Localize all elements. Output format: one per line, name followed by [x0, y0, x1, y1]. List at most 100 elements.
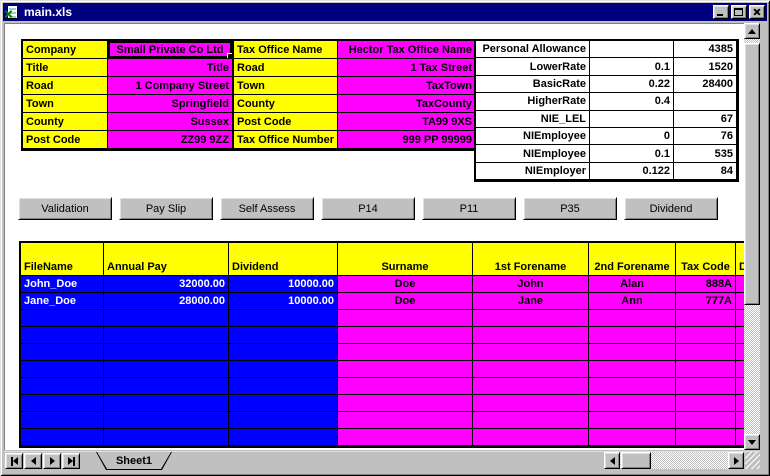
rates-rate-cell-0[interactable]	[590, 41, 674, 58]
rates-amount-cell-0[interactable]: 4385	[674, 41, 737, 58]
employee-cell-2nd-forename-row0[interactable]: Alan	[589, 276, 676, 293]
employee-header-tax-code[interactable]: Tax Code	[676, 243, 736, 276]
rates-amount-cell-6[interactable]: 535	[674, 145, 737, 162]
company-label-cell-company[interactable]: Company	[23, 41, 108, 59]
employee-empty-cell[interactable]	[104, 395, 229, 412]
employee-empty-cell[interactable]	[589, 310, 676, 327]
company-value-cell-town[interactable]: Springfield	[108, 95, 233, 113]
excel-file-icon[interactable]	[5, 5, 21, 20]
rates-amount-cell-3[interactable]	[674, 93, 737, 110]
rates-name-cell-0[interactable]: Personal Allowance	[476, 41, 590, 58]
company-label-cell-town[interactable]: Town	[23, 95, 108, 113]
employee-empty-cell[interactable]	[338, 395, 473, 412]
employee-empty-cell[interactable]	[21, 412, 104, 429]
action-button-validation[interactable]: Validation	[18, 197, 112, 220]
company-label-cell-county[interactable]: County	[23, 113, 108, 131]
rates-name-cell-3[interactable]: HigherRate	[476, 93, 590, 110]
employee-empty-cell[interactable]	[229, 344, 338, 361]
employee-empty-cell[interactable]	[736, 327, 744, 344]
employee-cell-surname-row0[interactable]: Doe	[338, 276, 473, 293]
employee-empty-cell[interactable]	[21, 395, 104, 412]
resize-grip[interactable]	[745, 452, 760, 469]
employee-empty-cell[interactable]	[104, 327, 229, 344]
tax-office-label-cell-tax-office-name[interactable]: Tax Office Name	[234, 41, 338, 59]
employee-cell-di-row0[interactable]	[736, 276, 744, 293]
employee-empty-cell[interactable]	[736, 378, 744, 395]
company-value-cell-post-code[interactable]: ZZ99 9ZZ	[108, 131, 233, 149]
rates-amount-cell-7[interactable]: 84	[674, 163, 737, 180]
employee-cell-annual-pay-row0[interactable]: 32000.00	[104, 276, 229, 293]
employee-empty-cell[interactable]	[736, 429, 744, 446]
employee-empty-cell[interactable]	[21, 361, 104, 378]
employee-empty-cell[interactable]	[473, 412, 589, 429]
employee-empty-cell[interactable]	[338, 344, 473, 361]
employee-cell-tax-code-row0[interactable]: 888A	[676, 276, 736, 293]
company-label-cell-post-code[interactable]: Post Code	[23, 131, 108, 149]
employee-header-surname[interactable]: Surname	[338, 243, 473, 276]
first-sheet-button[interactable]	[5, 453, 23, 469]
employee-cell-2nd-forename-row1[interactable]: Ann	[589, 293, 676, 310]
employee-empty-cell[interactable]	[21, 327, 104, 344]
employee-empty-cell[interactable]	[473, 344, 589, 361]
employee-cell-1st-forename-row1[interactable]: Jane	[473, 293, 589, 310]
horizontal-scroll-thumb[interactable]	[621, 452, 651, 469]
vertical-scroll-thumb[interactable]	[744, 43, 760, 305]
employee-empty-cell[interactable]	[229, 310, 338, 327]
tax-office-value-cell-tax-office-number[interactable]: 999 PP 99999	[338, 131, 476, 149]
employee-empty-cell[interactable]	[21, 429, 104, 446]
employee-empty-cell[interactable]	[589, 395, 676, 412]
action-button-p35[interactable]: P35	[523, 197, 617, 220]
employee-cell-1st-forename-row0[interactable]: John	[473, 276, 589, 293]
tax-office-value-cell-post-code[interactable]: TA99 9XS	[338, 113, 476, 131]
employee-empty-cell[interactable]	[736, 310, 744, 327]
employee-empty-cell[interactable]	[676, 344, 736, 361]
employee-header-1st-forename[interactable]: 1st Forename	[473, 243, 589, 276]
scroll-up-button[interactable]	[744, 23, 760, 39]
company-value-cell-road[interactable]: 1 Company Street	[108, 77, 233, 95]
rates-rate-cell-2[interactable]: 0.22	[590, 76, 674, 93]
tax-office-label-cell-county[interactable]: County	[234, 95, 338, 113]
employee-header-di[interactable]: Di	[736, 243, 744, 276]
maximize-button[interactable]	[731, 5, 747, 19]
employee-empty-cell[interactable]	[736, 395, 744, 412]
employee-empty-cell[interactable]	[104, 310, 229, 327]
rates-rate-cell-4[interactable]	[590, 111, 674, 128]
employee-empty-cell[interactable]	[736, 344, 744, 361]
tax-office-label-cell-tax-office-number[interactable]: Tax Office Number	[234, 131, 338, 149]
employee-empty-cell[interactable]	[589, 344, 676, 361]
rates-amount-cell-5[interactable]: 76	[674, 128, 737, 145]
employee-cell-di-row1[interactable]	[736, 293, 744, 310]
employee-empty-cell[interactable]	[338, 361, 473, 378]
employee-cell-filename-row1[interactable]: Jane_Doe	[21, 293, 104, 310]
rates-amount-cell-1[interactable]: 1520	[674, 58, 737, 75]
employee-empty-cell[interactable]	[473, 327, 589, 344]
tab-sheet1[interactable]: Sheet1	[96, 452, 172, 470]
tax-office-value-cell-town[interactable]: TaxTown	[338, 77, 476, 95]
employee-empty-cell[interactable]	[338, 310, 473, 327]
rates-amount-cell-2[interactable]: 28400	[674, 76, 737, 93]
company-label-cell-road[interactable]: Road	[23, 77, 108, 95]
action-button-dividend[interactable]: Dividend	[624, 197, 718, 220]
rates-name-cell-2[interactable]: BasicRate	[476, 76, 590, 93]
company-value-cell-title[interactable]: Title	[108, 59, 233, 77]
employee-empty-cell[interactable]	[229, 378, 338, 395]
employee-header-2nd-forename[interactable]: 2nd Forename	[589, 243, 676, 276]
company-value-cell-county[interactable]: Sussex	[108, 113, 233, 131]
rates-rate-cell-6[interactable]: 0.1	[590, 145, 674, 162]
employee-empty-cell[interactable]	[676, 395, 736, 412]
employee-empty-cell[interactable]	[338, 378, 473, 395]
rates-name-cell-6[interactable]: NIEmployee	[476, 145, 590, 162]
tax-office-value-cell-road[interactable]: 1 Tax Street	[338, 59, 476, 77]
employee-cell-surname-row1[interactable]: Doe	[338, 293, 473, 310]
action-button-self-assess[interactable]: Self Assess	[220, 197, 314, 220]
tax-office-label-cell-post-code[interactable]: Post Code	[234, 113, 338, 131]
rates-name-cell-4[interactable]: NIE_LEL	[476, 111, 590, 128]
employee-empty-cell[interactable]	[676, 310, 736, 327]
rates-rate-cell-1[interactable]: 0.1	[590, 58, 674, 75]
rates-name-cell-7[interactable]: NIEmployer	[476, 163, 590, 180]
employee-cell-dividend-row1[interactable]: 10000.00	[229, 293, 338, 310]
action-button-p11[interactable]: P11	[422, 197, 516, 220]
employee-empty-cell[interactable]	[104, 361, 229, 378]
employee-empty-cell[interactable]	[229, 327, 338, 344]
last-sheet-button[interactable]	[62, 453, 80, 469]
